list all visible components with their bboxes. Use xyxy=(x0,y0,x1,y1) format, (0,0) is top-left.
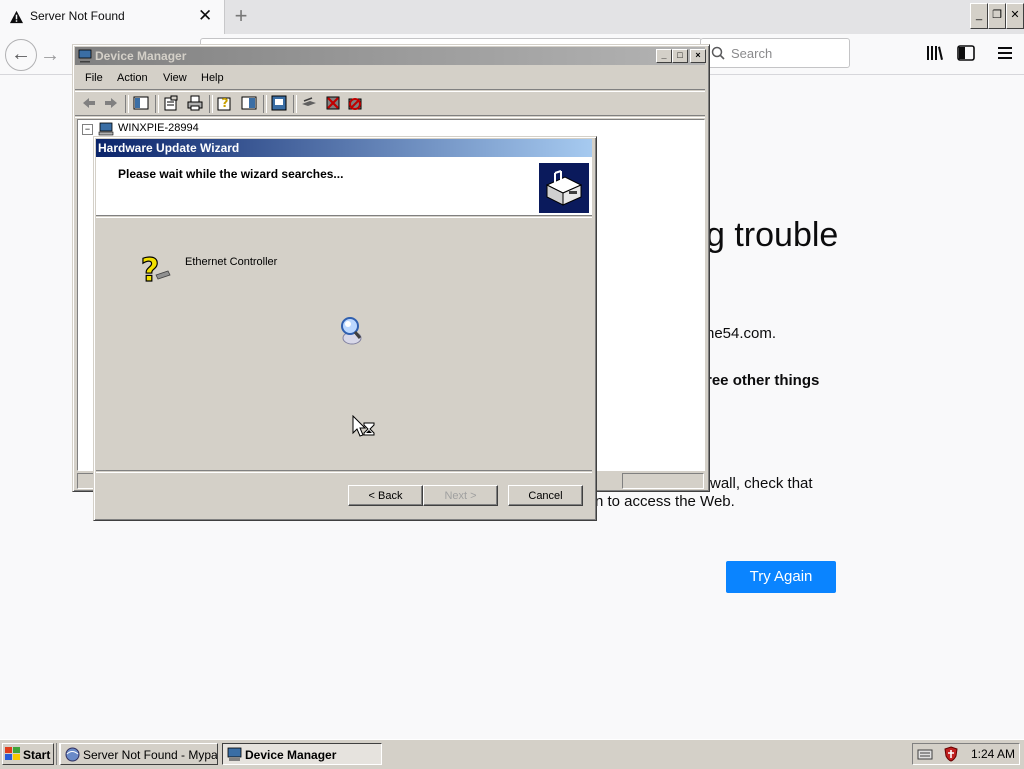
toolbar-separator xyxy=(293,95,297,113)
error-tip-line-2: n to access the Web. xyxy=(595,493,735,510)
help-icon[interactable]: ? xyxy=(217,95,233,111)
dm-close-button[interactable]: × xyxy=(690,49,706,63)
menu-file[interactable]: File xyxy=(85,72,103,84)
menu-help[interactable]: Help xyxy=(201,72,224,84)
tab-title: Server Not Found xyxy=(30,9,125,23)
forward-arrow-icon[interactable] xyxy=(103,95,119,111)
browser-tab[interactable]: Server Not Found ✕ xyxy=(0,0,225,34)
hamburger-menu-icon[interactable] xyxy=(997,45,1013,61)
dm-minimize-button[interactable]: _ xyxy=(656,49,672,63)
wizard-header-divider xyxy=(96,215,592,218)
svg-text:?: ? xyxy=(141,251,160,287)
wizard-header-text: Please wait while the wizard searches... xyxy=(118,167,344,181)
dm-maximize-button[interactable]: □ xyxy=(672,49,688,63)
taskbar-item-label: Device Manager xyxy=(245,748,337,762)
wizard-header: Please wait while the wizard searches... xyxy=(96,157,592,215)
computer-icon xyxy=(98,122,114,136)
device-manager-titlebar[interactable]: Device Manager _ □ × xyxy=(75,47,706,65)
try-again-button[interactable]: Try Again xyxy=(726,561,836,593)
searching-animation-icon xyxy=(341,317,362,345)
taskbar: Start Server Not Found - Mypal Device Ma… xyxy=(0,739,1024,769)
cancel-button[interactable]: Cancel xyxy=(508,485,583,506)
computer-icon xyxy=(78,49,92,63)
taskbar-item-browser[interactable]: Server Not Found - Mypal xyxy=(60,743,218,765)
computer-icon xyxy=(227,747,242,761)
disable-device-icon[interactable] xyxy=(347,95,363,111)
view-icon[interactable] xyxy=(241,95,257,111)
back-button[interactable]: < Back xyxy=(348,485,423,506)
device-name-label: Ethernet Controller xyxy=(185,256,278,268)
toolbar-separator xyxy=(125,95,129,113)
start-label: Start xyxy=(23,748,51,762)
update-driver-icon[interactable] xyxy=(301,95,317,111)
browser-window-controls: _ ❐ ✕ xyxy=(970,3,1024,30)
tree-root-label[interactable]: WINXPIE-28994 xyxy=(118,122,199,134)
menu-view[interactable]: View xyxy=(163,72,187,84)
taskbar-item-label: Server Not Found - Mypal xyxy=(83,748,218,762)
taskbar-item-device-manager[interactable]: Device Manager xyxy=(222,743,382,765)
tab-close-icon[interactable]: ✕ xyxy=(198,6,212,26)
back-button[interactable]: ← xyxy=(5,39,37,71)
warning-icon xyxy=(9,10,24,24)
back-arrow-icon[interactable] xyxy=(81,95,97,111)
error-title: g trouble xyxy=(706,216,839,254)
wizard-titlebar[interactable]: Hardware Update Wizard xyxy=(96,139,592,157)
wizard-title: Hardware Update Wizard xyxy=(98,141,240,155)
device-manager-menubar: File Action View Help xyxy=(85,72,285,86)
search-icon xyxy=(711,46,725,60)
sidebar-icon[interactable] xyxy=(957,45,975,61)
device-manager-title: Device Manager xyxy=(95,49,187,63)
error-hostname-text: ne54.com. xyxy=(706,325,777,342)
menu-action[interactable]: Action xyxy=(117,72,148,84)
new-tab-button[interactable]: + xyxy=(230,3,252,29)
show-hide-tree-icon[interactable] xyxy=(133,95,149,111)
security-shield-icon[interactable] xyxy=(943,746,959,762)
close-button[interactable]: ✕ xyxy=(1006,3,1024,29)
library-icon[interactable] xyxy=(926,45,944,61)
busy-cursor-icon xyxy=(352,415,375,437)
clock: 1:24 AM xyxy=(971,747,1016,761)
start-button[interactable]: Start xyxy=(2,743,54,765)
next-button[interactable]: Next > xyxy=(423,485,498,506)
wizard-footer-divider xyxy=(96,470,592,473)
hardware-wizard-icon xyxy=(539,163,589,213)
scan-hardware-icon[interactable] xyxy=(271,95,287,111)
tree-collapse-icon[interactable]: − xyxy=(82,124,93,135)
svg-text:?: ? xyxy=(222,96,229,110)
toolbar-separator xyxy=(209,95,213,113)
uninstall-icon[interactable] xyxy=(325,95,341,111)
error-tip-line-1: wall, check that xyxy=(710,475,813,492)
windows-logo-icon xyxy=(5,747,20,760)
browser-icon xyxy=(65,747,80,762)
error-subheading: ree other things xyxy=(706,372,820,389)
toolbar-separator xyxy=(263,95,267,113)
print-icon[interactable] xyxy=(187,95,203,111)
keyboard-icon[interactable] xyxy=(917,747,933,761)
status-panel xyxy=(622,473,704,489)
properties-icon[interactable] xyxy=(163,95,179,111)
minimize-button[interactable]: _ xyxy=(970,3,988,29)
toolbar-divider xyxy=(75,115,705,118)
restore-button[interactable]: ❐ xyxy=(988,3,1006,29)
forward-button[interactable]: → xyxy=(40,44,60,67)
search-input[interactable]: Search xyxy=(700,38,850,68)
hardware-update-wizard-window: Hardware Update Wizard Please wait while… xyxy=(93,136,597,521)
unknown-device-icon: ? xyxy=(140,251,171,287)
menubar-divider xyxy=(75,89,705,92)
search-placeholder: Search xyxy=(731,46,773,61)
toolbar-separator xyxy=(155,95,159,113)
system-tray: 1:24 AM xyxy=(912,743,1020,765)
device-manager-toolbar: ? xyxy=(81,95,381,113)
